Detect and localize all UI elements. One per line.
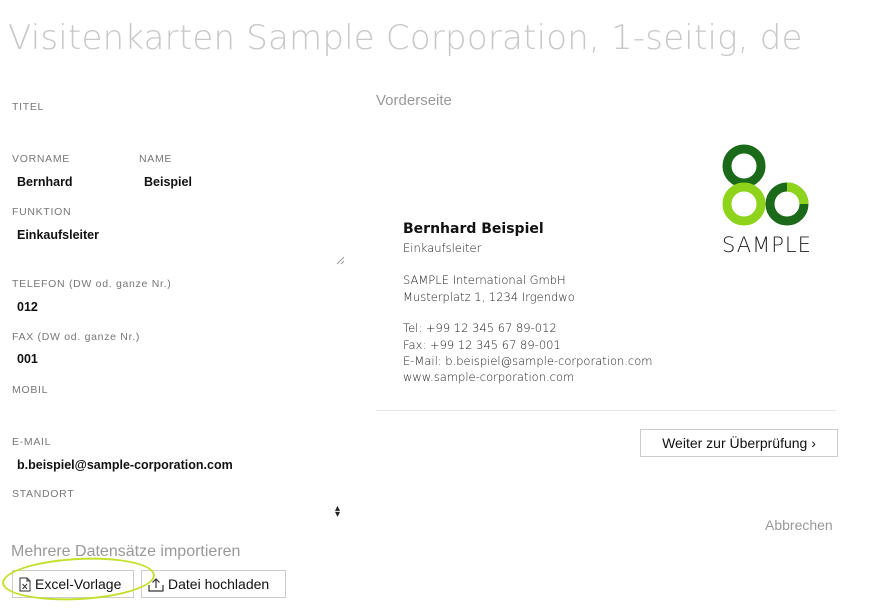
fax-label: FAX (DW od. ganze Nr.): [12, 331, 141, 343]
excel-template-button[interactable]: Excel-Vorlage: [12, 570, 134, 598]
excel-file-icon: [19, 577, 31, 591]
page-title: Visitenkarten Sample Corporation, 1-seit…: [8, 18, 803, 58]
titel-input[interactable]: [17, 118, 337, 132]
select-arrows-icon[interactable]: ▴ ▾: [335, 504, 340, 520]
name-input[interactable]: [144, 175, 334, 189]
fax-input[interactable]: [17, 352, 337, 366]
card-function: Einkaufsleiter: [403, 241, 482, 255]
email-label: E-MAIL: [12, 436, 52, 448]
vorname-label: VORNAME: [12, 153, 70, 165]
mobil-label: MOBIL: [12, 384, 49, 396]
import-section-title: Mehrere Datensätze importieren: [11, 543, 241, 560]
resize-handle-icon[interactable]: [336, 256, 345, 265]
preview-heading: Vorderseite: [376, 92, 452, 109]
card-email: E-Mail: b.beispiel@sample-corporation.co…: [403, 354, 653, 368]
standort-select[interactable]: [17, 507, 327, 521]
email-input[interactable]: [17, 458, 337, 472]
card-name: Bernhard Beispiel: [403, 221, 544, 237]
funktion-textarea[interactable]: Einkaufsleiter: [17, 228, 335, 264]
upload-file-label: Datei hochladen: [168, 576, 270, 592]
card-tel: Tel: +99 12 345 67 89-012: [403, 321, 557, 335]
card-fax: Fax: +99 12 345 67 89-001: [403, 338, 561, 352]
telefon-input[interactable]: [17, 300, 337, 314]
mobil-input[interactable]: [17, 405, 337, 419]
card-company: SAMPLE International GmbH: [403, 273, 566, 287]
funktion-label: FUNKTION: [12, 206, 72, 218]
vorname-input[interactable]: [17, 175, 127, 189]
titel-label: TITEL: [12, 101, 45, 113]
excel-template-label: Excel-Vorlage: [35, 576, 122, 592]
upload-file-button[interactable]: Datei hochladen: [141, 570, 286, 598]
cancel-link[interactable]: Abbrechen: [765, 517, 833, 533]
name-label: NAME: [139, 153, 173, 165]
continue-review-button[interactable]: Weiter zur Überprüfung ›: [640, 429, 838, 457]
card-web: www.sample-corporation.com: [403, 370, 575, 384]
upload-icon: [148, 577, 164, 592]
telefon-label: TELEFON (DW od. ganze Nr.): [12, 278, 172, 290]
logo-text: SAMPLE: [722, 233, 812, 257]
card-address: Musterplatz 1, 1234 Irgendwo: [403, 290, 575, 304]
preview-divider: [376, 410, 836, 411]
standort-label: STANDORT: [12, 488, 75, 500]
